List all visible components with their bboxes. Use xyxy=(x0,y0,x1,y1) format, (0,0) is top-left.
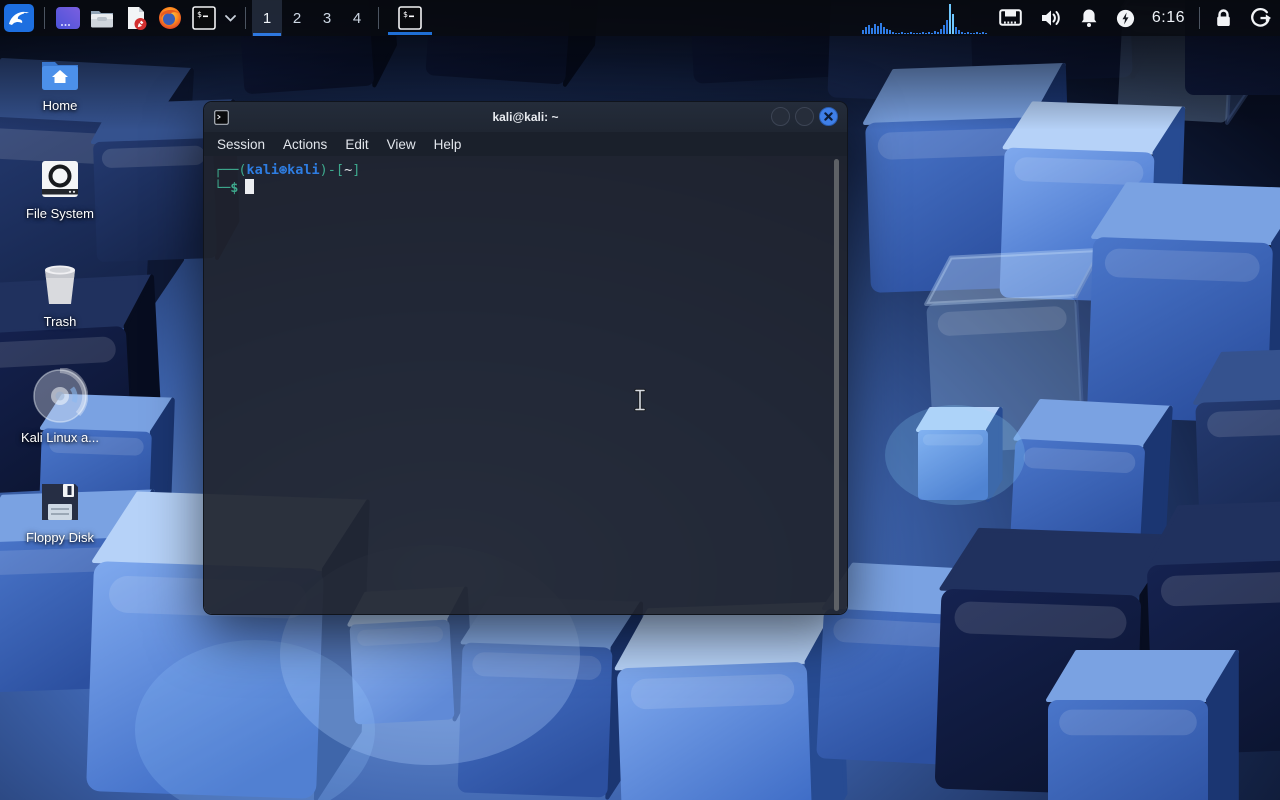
menu-help[interactable]: Help xyxy=(425,132,471,156)
window-app-icon xyxy=(56,7,80,29)
cpu-graph-plugin[interactable] xyxy=(861,0,990,36)
menu-view[interactable]: View xyxy=(378,132,425,156)
volume-tray-button[interactable] xyxy=(1031,0,1071,36)
workspace-4[interactable]: 4 xyxy=(342,0,372,36)
home-folder-icon xyxy=(42,62,78,90)
desktop-root: $ 1 2 3 4 $ 6:16 Home File System Trash … xyxy=(0,0,1280,800)
menu-session[interactable]: Session xyxy=(208,132,274,156)
launcher-terminal-dropdown[interactable] xyxy=(221,0,239,36)
close-icon xyxy=(824,112,833,121)
top-panel: $ 1 2 3 4 $ 6:16 xyxy=(0,0,1280,36)
terminal-icon: $ xyxy=(398,6,422,30)
terminal-scrollbar[interactable] xyxy=(834,159,839,611)
terminal-content[interactable]: ┌──(kali⊛kali)-[~] └─$ xyxy=(204,156,847,614)
desktop-icon-kali-linux[interactable]: Kali Linux a... xyxy=(8,368,112,445)
prompt-line-1: ┌──(kali⊛kali)-[~] xyxy=(214,162,361,178)
desktop-icon-floppy-disk[interactable]: Floppy Disk xyxy=(8,480,112,545)
minimize-button[interactable] xyxy=(771,107,790,126)
terminal-window: kali@kali: ~ Session Actions Edit View H… xyxy=(203,101,848,615)
launcher-firefox[interactable] xyxy=(153,0,187,36)
svg-text:$: $ xyxy=(403,10,408,19)
desktop-icon-file-system[interactable]: File System xyxy=(8,158,112,221)
workspace-1[interactable]: 1 xyxy=(252,0,282,36)
desktop-icon-label: Trash xyxy=(43,314,77,329)
notifications-bell-icon xyxy=(1081,9,1097,27)
log-out-button[interactable] xyxy=(1241,0,1280,36)
desktop-icon-home[interactable]: Home xyxy=(8,58,112,113)
chevron-down-icon xyxy=(224,14,236,22)
desktop-icon-label: Home xyxy=(42,98,78,113)
launcher-file-manager[interactable] xyxy=(85,0,119,36)
network-icon xyxy=(999,9,1022,26)
workspace-3[interactable]: 3 xyxy=(312,0,342,36)
prompt-line-2: └─$ xyxy=(214,179,847,197)
launcher-window-app[interactable] xyxy=(51,0,85,36)
panel-separator xyxy=(44,7,45,29)
close-button[interactable] xyxy=(819,107,838,126)
terminal-menubar: Session Actions Edit View Help xyxy=(204,132,847,156)
kali-dragon-logo-icon xyxy=(4,4,34,32)
trash-bin-icon xyxy=(45,265,75,304)
svg-text:$: $ xyxy=(197,10,202,19)
workspace-2[interactable]: 2 xyxy=(282,0,312,36)
network-tray-button[interactable] xyxy=(990,0,1031,36)
maximize-button[interactable] xyxy=(795,107,814,126)
optical-disc-icon xyxy=(33,368,88,423)
kali-menu-button[interactable] xyxy=(0,0,38,36)
firefox-icon xyxy=(159,7,181,29)
window-terminal-icon xyxy=(214,109,229,125)
window-titlebar[interactable]: kali@kali: ~ xyxy=(204,102,847,132)
lock-screen-button[interactable] xyxy=(1206,0,1241,36)
terminal-cursor xyxy=(245,179,255,194)
hard-drive-icon xyxy=(42,161,78,197)
desktop-icon-label: File System xyxy=(26,206,94,221)
notifications-tray-button[interactable] xyxy=(1071,0,1107,36)
panel-separator xyxy=(1199,7,1200,29)
menu-actions[interactable]: Actions xyxy=(274,132,336,156)
log-out-icon xyxy=(1251,8,1271,27)
launcher-text-editor[interactable] xyxy=(119,0,153,36)
volume-icon xyxy=(1041,10,1060,26)
power-manager-icon xyxy=(1116,9,1134,27)
text-editor-icon xyxy=(128,7,147,30)
mouse-ibeam-cursor xyxy=(634,388,646,412)
menu-edit[interactable]: Edit xyxy=(336,132,377,156)
desktop-icon-label: Kali Linux a... xyxy=(20,430,100,445)
desktop-icon-trash[interactable]: Trash xyxy=(8,262,112,329)
lock-screen-icon xyxy=(1217,9,1230,26)
clock[interactable]: 6:16 xyxy=(1144,9,1193,27)
terminal-icon: $ xyxy=(192,6,216,30)
power-manager-tray-button[interactable] xyxy=(1107,0,1144,36)
panel-separator xyxy=(245,7,246,29)
launcher-terminal[interactable]: $ xyxy=(187,0,221,36)
panel-separator xyxy=(378,7,379,29)
window-title: kali@kali: ~ xyxy=(492,110,559,124)
desktop-icon-label: Floppy Disk xyxy=(26,530,94,545)
floppy-disk-icon xyxy=(42,484,78,520)
file-manager-icon xyxy=(91,11,113,28)
taskbar-terminal-button[interactable]: $ xyxy=(385,0,435,36)
